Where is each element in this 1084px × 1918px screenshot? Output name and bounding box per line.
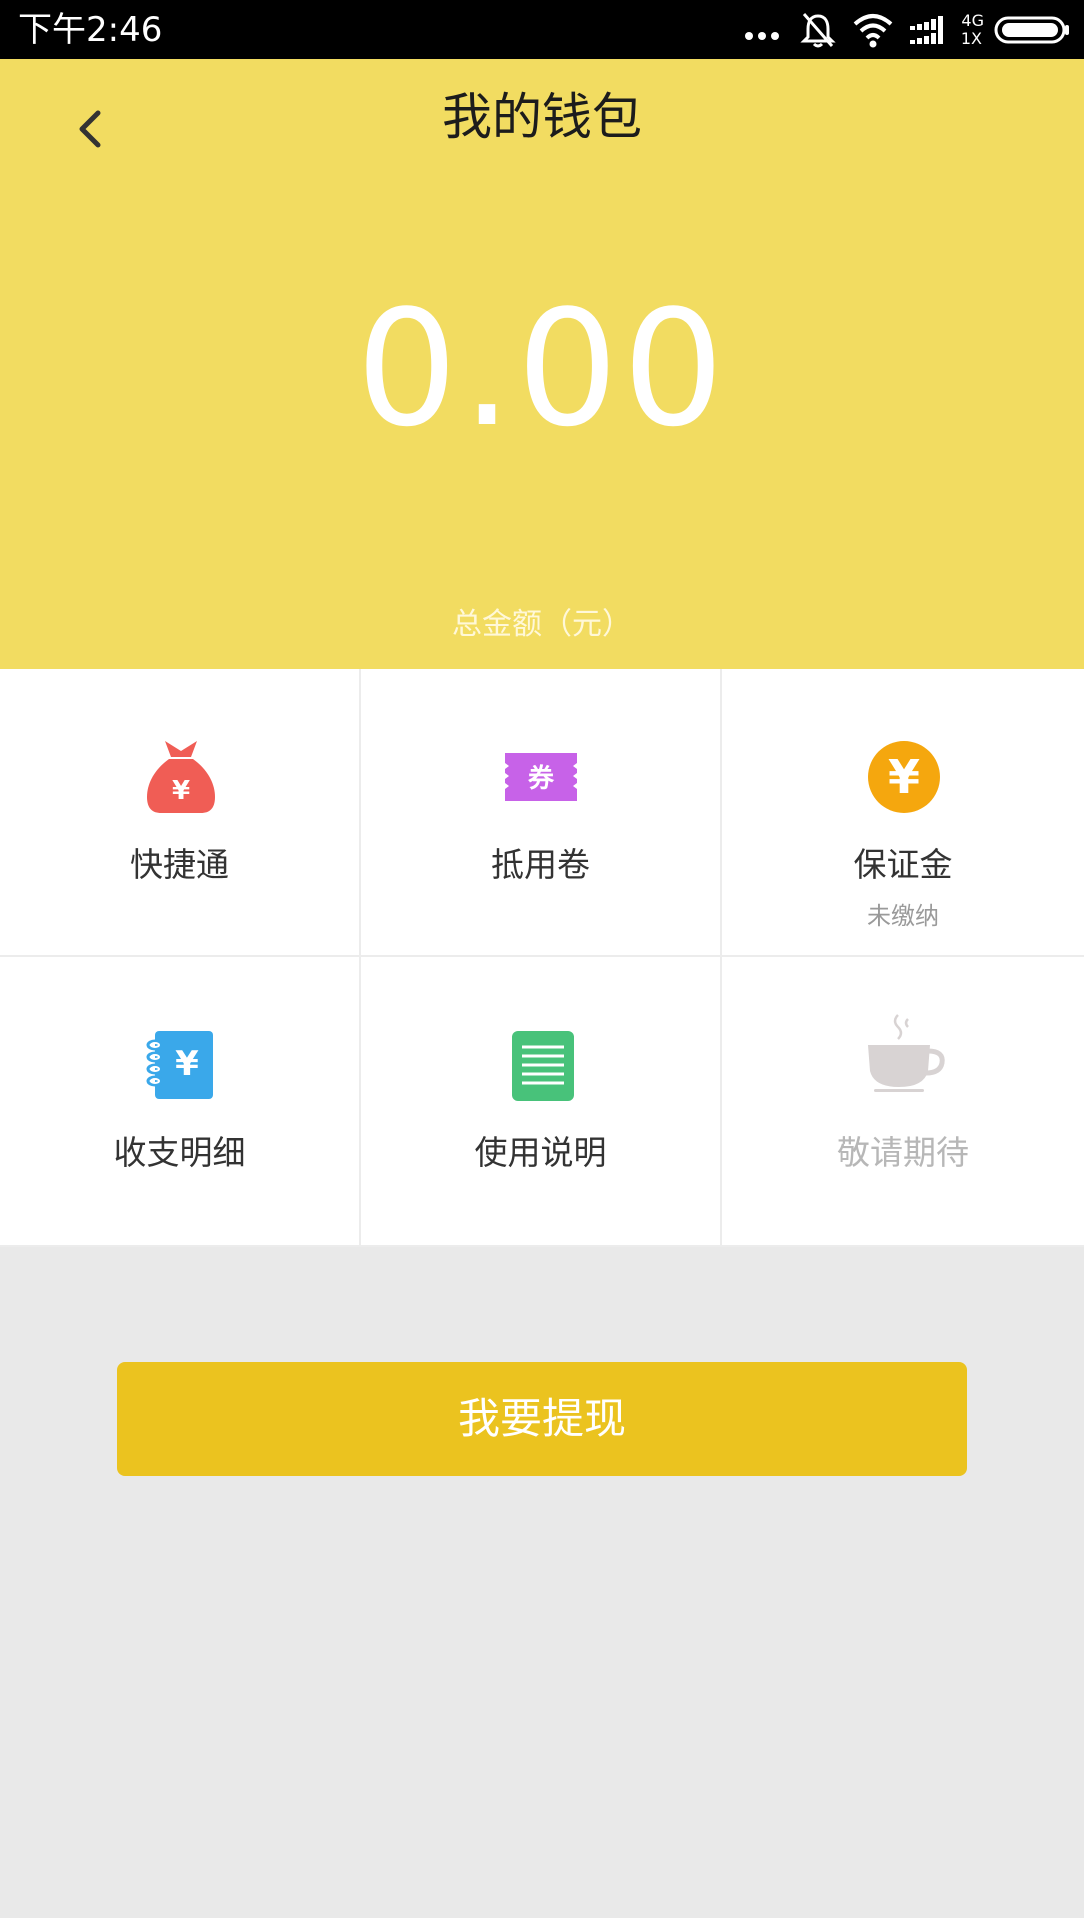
total-amount-label: 总金额（元） xyxy=(452,607,632,642)
ledger-icon: ¥ xyxy=(146,1031,213,1099)
wallet-menu-grid: ¥ 快捷通 券 抵用卷 ¥ 保证金 未缴纳 ¥ 收支明细 使用说明 敬请期待 xyxy=(0,669,1084,1247)
menu-item-label: 快捷通 xyxy=(130,845,229,884)
network-type: 4G xyxy=(961,11,984,30)
menu-item-coupon[interactable]: 券 抵用卷 xyxy=(361,669,722,957)
svg-text:¥: ¥ xyxy=(172,776,190,806)
menu-item-label: 使用说明 xyxy=(474,1133,607,1172)
total-amount: 0.00 xyxy=(355,275,729,462)
mute-bell-icon xyxy=(800,13,836,48)
document-icon xyxy=(512,1031,574,1101)
status-bar: 下午2:46 4G 1X xyxy=(0,0,1084,59)
money-bag-icon: ¥ xyxy=(147,741,215,813)
more-dots-icon xyxy=(745,32,779,40)
menu-item-transactions[interactable]: ¥ 收支明细 xyxy=(0,957,361,1247)
menu-item-deposit[interactable]: ¥ 保证金 未缴纳 xyxy=(722,669,1084,957)
menu-item-instructions[interactable]: 使用说明 xyxy=(361,957,722,1247)
menu-item-kuaijietong[interactable]: ¥ 快捷通 xyxy=(0,669,361,957)
coupon-icon: 券 xyxy=(505,753,577,801)
yen-coin-icon: ¥ xyxy=(868,741,940,813)
withdraw-button[interactable]: 我要提现 xyxy=(117,1362,967,1476)
network-sub: 1X xyxy=(960,29,982,48)
page-title: 我的钱包 xyxy=(442,88,642,146)
battery-icon xyxy=(994,16,1069,44)
wallet-header: 我的钱包 0.00 总金额（元） xyxy=(0,59,1084,669)
svg-text:¥: ¥ xyxy=(888,750,920,804)
menu-item-label: 保证金 xyxy=(853,845,953,884)
svg-text:¥: ¥ xyxy=(175,1044,199,1084)
menu-item-coming-soon: 敬请期待 xyxy=(722,957,1084,1247)
deposit-status: 未缴纳 xyxy=(867,902,939,930)
coupon-icon-text: 券 xyxy=(528,764,555,794)
menu-item-label: 收支明细 xyxy=(113,1133,246,1172)
menu-item-label: 敬请期待 xyxy=(837,1133,969,1172)
status-time: 下午2:46 xyxy=(18,10,163,50)
coffee-cup-icon xyxy=(868,1014,945,1092)
menu-item-label: 抵用卷 xyxy=(491,845,590,884)
wifi-icon xyxy=(853,14,893,48)
signal-icon xyxy=(910,16,943,44)
